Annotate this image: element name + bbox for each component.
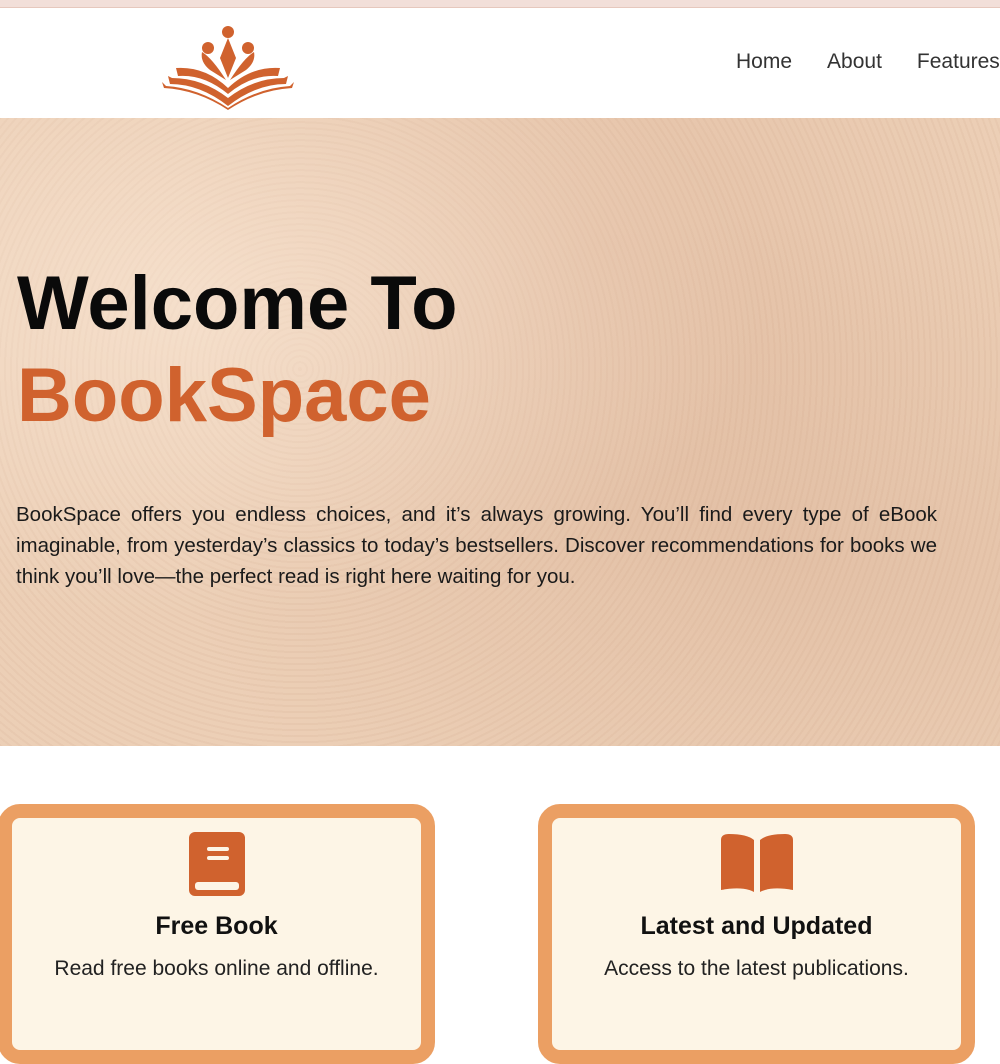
- feature-card-latest: Latest and Updated Access to the latest …: [538, 804, 975, 1064]
- feature-card-free-book: Free Book Read free books online and off…: [0, 804, 435, 1064]
- bookspace-logo-icon[interactable]: [160, 18, 296, 110]
- hero-title-line1: Welcome To: [17, 261, 458, 346]
- nav-features[interactable]: Features: [917, 50, 1000, 74]
- hero-title: Welcome To BookSpace: [17, 258, 458, 442]
- feature-title: Latest and Updated: [640, 912, 873, 940]
- open-book-icon: [720, 834, 793, 892]
- feature-description: Read free books online and offline.: [54, 957, 379, 980]
- feature-description: Access to the latest publications.: [604, 957, 909, 980]
- hero-section: Welcome To BookSpace BookSpace offers you…: [0, 118, 1000, 746]
- hero-description: BookSpace offers you endless choices, an…: [16, 503, 937, 588]
- site-header: Home About Features: [0, 8, 1000, 118]
- book-icon: [188, 832, 245, 896]
- hero-brand-name: BookSpace: [17, 353, 431, 438]
- main-nav: Home About Features: [736, 50, 1000, 74]
- nav-about[interactable]: About: [827, 50, 882, 74]
- feature-title: Free Book: [155, 912, 278, 940]
- nav-home[interactable]: Home: [736, 50, 792, 74]
- browser-top-strip: [0, 0, 1000, 8]
